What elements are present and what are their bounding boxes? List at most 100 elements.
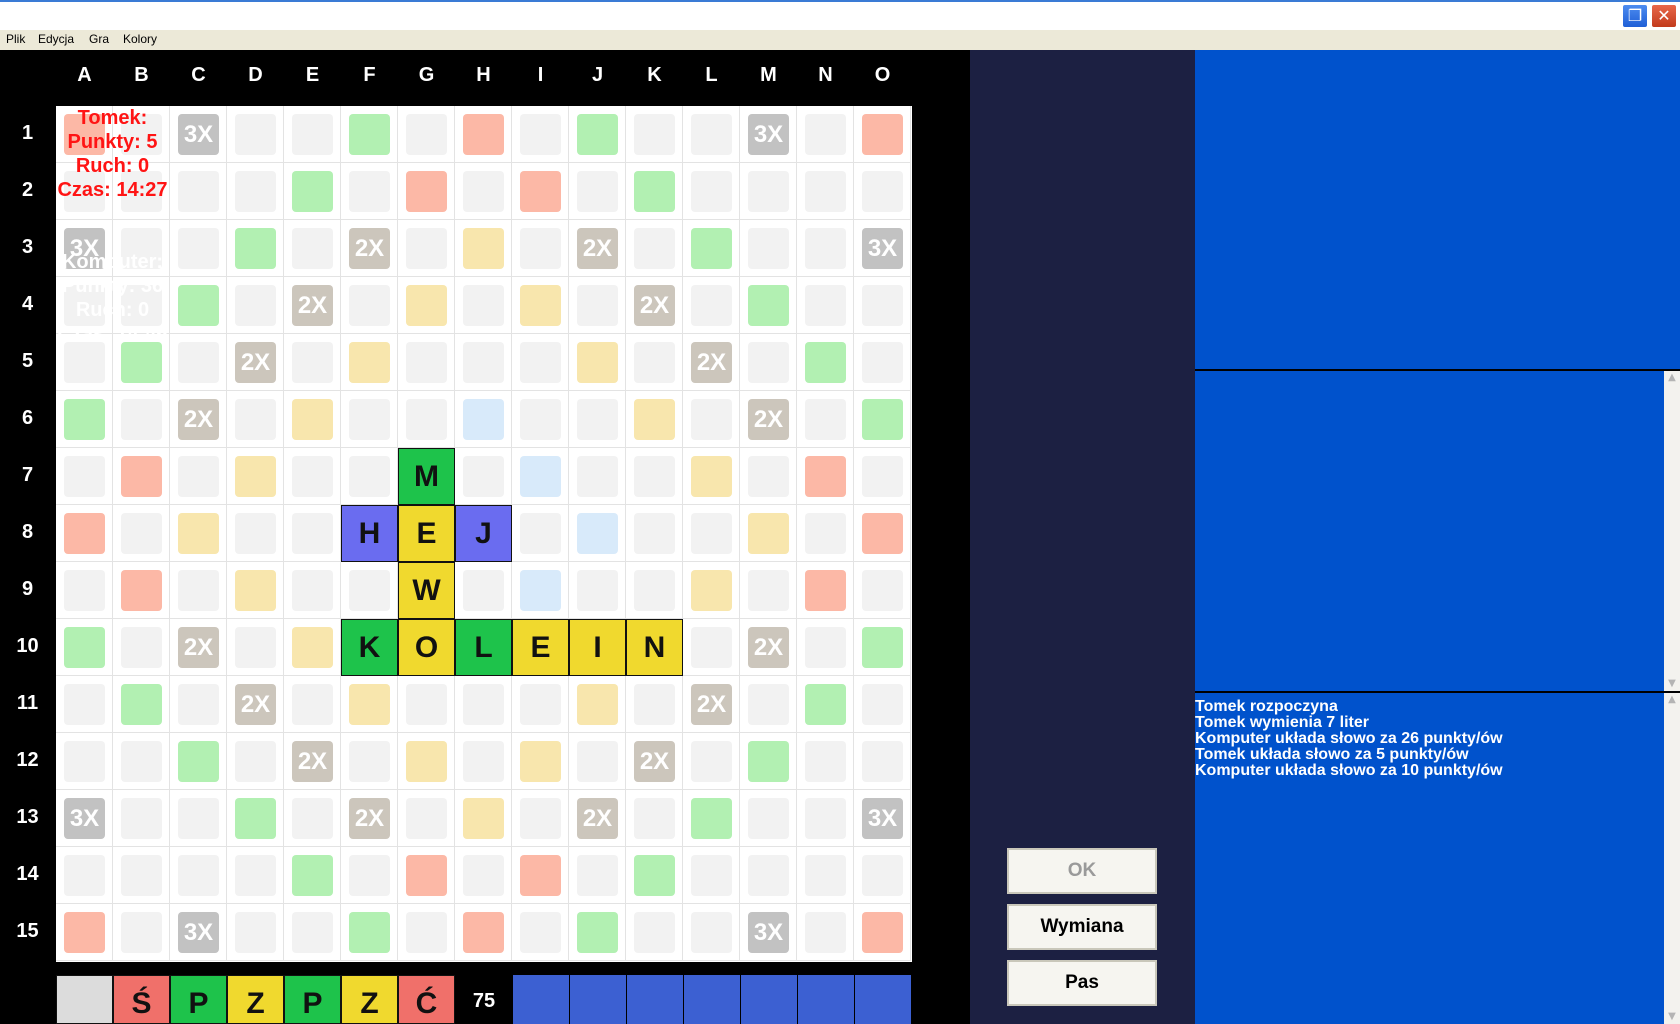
board-cell[interactable] xyxy=(683,106,740,163)
pass-button[interactable]: Pas xyxy=(1007,960,1157,1006)
board-cell[interactable] xyxy=(455,163,512,220)
scroll-down-icon[interactable]: ▼ xyxy=(1664,1010,1680,1024)
board-cell[interactable] xyxy=(569,391,626,448)
board-cell[interactable] xyxy=(170,733,227,790)
board-cell[interactable] xyxy=(227,847,284,904)
board-cell[interactable] xyxy=(854,562,911,619)
board-cell[interactable] xyxy=(854,391,911,448)
board-cell[interactable] xyxy=(227,790,284,847)
board-cell[interactable] xyxy=(398,334,455,391)
close-window-button[interactable]: ✕ xyxy=(1651,4,1677,28)
rack-tile[interactable]: Z xyxy=(227,975,284,1024)
menu-edycja[interactable]: Edycja xyxy=(38,32,74,46)
board-cell[interactable]: 2X xyxy=(170,619,227,676)
board-cell[interactable]: N xyxy=(626,619,683,676)
board-cell[interactable] xyxy=(113,904,170,961)
board-cell[interactable] xyxy=(398,790,455,847)
board-cell[interactable] xyxy=(683,904,740,961)
board-cell[interactable] xyxy=(626,904,683,961)
board-cell[interactable]: 2X xyxy=(740,619,797,676)
ok-button[interactable]: OK xyxy=(1007,848,1157,894)
board-cell[interactable] xyxy=(227,562,284,619)
board-cell[interactable] xyxy=(512,391,569,448)
board-cell[interactable] xyxy=(227,904,284,961)
board-cell[interactable] xyxy=(626,220,683,277)
board-cell[interactable] xyxy=(455,562,512,619)
board-cell[interactable]: E xyxy=(398,505,455,562)
board-cell[interactable] xyxy=(284,220,341,277)
board-cell[interactable] xyxy=(569,277,626,334)
board-cell[interactable] xyxy=(284,676,341,733)
board-cell[interactable] xyxy=(113,676,170,733)
board-cell[interactable] xyxy=(56,562,113,619)
board-cell[interactable]: W xyxy=(398,562,455,619)
board-cell[interactable] xyxy=(740,847,797,904)
board-cell[interactable] xyxy=(626,391,683,448)
board-cell[interactable] xyxy=(569,562,626,619)
board-cell[interactable]: 3X xyxy=(56,790,113,847)
board-cell[interactable] xyxy=(113,505,170,562)
board-cell[interactable] xyxy=(683,391,740,448)
rack-tile[interactable]: Ś xyxy=(113,975,170,1024)
board-cell[interactable] xyxy=(797,676,854,733)
rack-tile[interactable] xyxy=(56,975,113,1024)
board-cell[interactable] xyxy=(854,847,911,904)
board-cell[interactable] xyxy=(455,790,512,847)
board-cell[interactable] xyxy=(398,733,455,790)
board-cell[interactable]: 3X xyxy=(740,106,797,163)
board-cell[interactable]: K xyxy=(341,619,398,676)
board-cell[interactable]: 2X xyxy=(740,391,797,448)
rack-tile[interactable]: P xyxy=(170,975,227,1024)
board-cell[interactable] xyxy=(626,334,683,391)
board-cell[interactable] xyxy=(512,733,569,790)
board-cell[interactable] xyxy=(398,847,455,904)
board-cell[interactable] xyxy=(854,277,911,334)
board-cell[interactable] xyxy=(512,334,569,391)
board-cell[interactable]: E xyxy=(512,619,569,676)
board-cell[interactable] xyxy=(683,619,740,676)
board-cell[interactable]: O xyxy=(398,619,455,676)
board-cell[interactable] xyxy=(398,277,455,334)
board-cell[interactable] xyxy=(626,562,683,619)
board-cell[interactable] xyxy=(512,448,569,505)
board-cell[interactable] xyxy=(227,163,284,220)
board-cell[interactable]: 2X xyxy=(284,277,341,334)
board-cell[interactable] xyxy=(683,562,740,619)
board-cell[interactable] xyxy=(113,562,170,619)
board-cell[interactable] xyxy=(56,904,113,961)
board-cell[interactable] xyxy=(113,448,170,505)
board-cell[interactable] xyxy=(683,163,740,220)
board-cell[interactable] xyxy=(284,904,341,961)
board-cell[interactable]: 3X xyxy=(170,904,227,961)
board-cell[interactable] xyxy=(227,106,284,163)
board-cell[interactable] xyxy=(284,562,341,619)
board-cell[interactable] xyxy=(227,619,284,676)
board-cell[interactable] xyxy=(341,334,398,391)
board-cell[interactable] xyxy=(284,619,341,676)
board-cell[interactable] xyxy=(170,448,227,505)
board-cell[interactable] xyxy=(341,676,398,733)
board-cell[interactable] xyxy=(569,448,626,505)
menu-plik[interactable]: Plik xyxy=(6,32,25,46)
board-cell[interactable] xyxy=(455,904,512,961)
board-cell[interactable] xyxy=(56,676,113,733)
board-cell[interactable] xyxy=(455,676,512,733)
board-cell[interactable] xyxy=(683,847,740,904)
board-cell[interactable] xyxy=(569,334,626,391)
board-cell[interactable] xyxy=(227,733,284,790)
board-cell[interactable] xyxy=(56,391,113,448)
board-cell[interactable] xyxy=(683,277,740,334)
board-cell[interactable] xyxy=(398,904,455,961)
board-cell[interactable] xyxy=(398,106,455,163)
board-cell[interactable]: 2X xyxy=(170,391,227,448)
board-cell[interactable] xyxy=(740,163,797,220)
board-cell[interactable] xyxy=(455,448,512,505)
rack-tile[interactable]: P xyxy=(284,975,341,1024)
board-cell[interactable] xyxy=(683,505,740,562)
board-cell[interactable]: 2X xyxy=(227,334,284,391)
board-cell[interactable] xyxy=(740,562,797,619)
board-cell[interactable]: 2X xyxy=(626,733,683,790)
restore-window-button[interactable]: ❐ xyxy=(1622,4,1648,28)
board-cell[interactable] xyxy=(854,163,911,220)
board-cell[interactable] xyxy=(227,448,284,505)
